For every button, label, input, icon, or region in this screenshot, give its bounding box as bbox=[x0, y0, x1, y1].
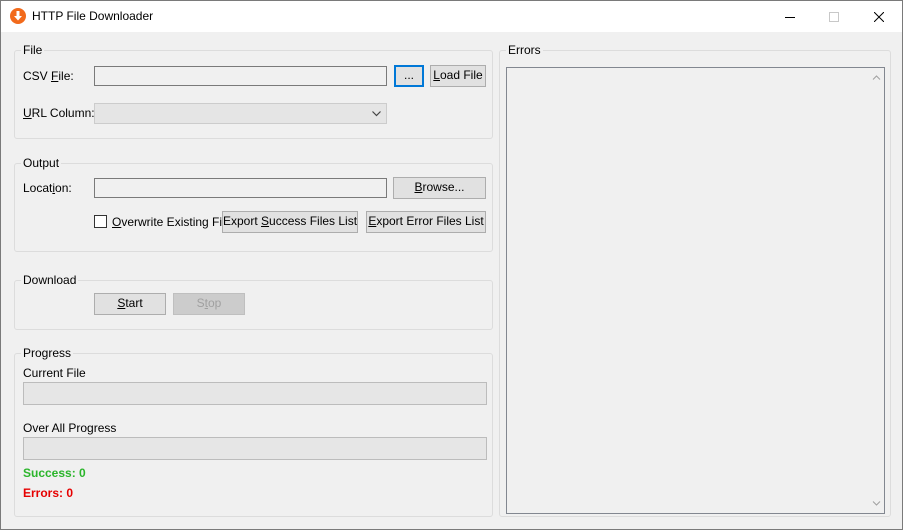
main-window: HTTP File Downloader File CSV File: ... … bbox=[0, 0, 903, 530]
browse-location-button[interactable]: Browse... bbox=[393, 177, 486, 199]
close-button[interactable] bbox=[856, 1, 902, 32]
close-icon bbox=[874, 11, 884, 22]
load-file-button[interactable]: Load File bbox=[430, 65, 486, 87]
minimize-icon bbox=[785, 16, 795, 18]
chevron-down-icon bbox=[372, 111, 381, 117]
output-group-title: Output bbox=[21, 156, 62, 170]
url-column-label: URL Column: bbox=[23, 106, 95, 120]
errors-count: Errors: 0 bbox=[23, 486, 74, 500]
csv-file-input[interactable] bbox=[94, 66, 387, 86]
scroll-down-icon[interactable] bbox=[872, 500, 881, 507]
maximize-icon bbox=[829, 11, 839, 22]
maximize-button[interactable] bbox=[811, 1, 857, 32]
errors-group-title: Errors bbox=[506, 43, 543, 57]
overall-progress-label: Over All Progress bbox=[23, 421, 117, 435]
export-success-button[interactable]: Export Success Files List bbox=[222, 211, 358, 233]
start-button[interactable]: Start bbox=[94, 293, 166, 315]
overall-progress-bar bbox=[23, 437, 487, 460]
success-count: Success: 0 bbox=[23, 466, 86, 480]
download-group-title: Download bbox=[21, 273, 79, 287]
download-arrow-icon bbox=[10, 8, 26, 24]
overwrite-checkbox[interactable] bbox=[94, 215, 107, 228]
errors-textarea[interactable] bbox=[506, 67, 885, 514]
title-bar[interactable]: HTTP File Downloader bbox=[1, 1, 902, 32]
location-label: Location: bbox=[23, 181, 72, 195]
export-error-button[interactable]: Export Error Files List bbox=[366, 211, 486, 233]
minimize-button[interactable] bbox=[767, 1, 813, 32]
browse-csv-button[interactable]: ... bbox=[394, 65, 424, 87]
window-title: HTTP File Downloader bbox=[32, 9, 154, 23]
download-group: Download bbox=[14, 273, 493, 330]
scroll-up-icon[interactable] bbox=[872, 74, 881, 81]
stop-button[interactable]: Stop bbox=[173, 293, 245, 315]
file-group: File bbox=[14, 43, 493, 139]
url-column-select[interactable] bbox=[94, 103, 387, 124]
progress-group-title: Progress bbox=[21, 346, 74, 360]
file-group-title: File bbox=[21, 43, 45, 57]
csv-file-label: CSV File: bbox=[23, 69, 74, 83]
current-file-label: Current File bbox=[23, 366, 86, 380]
location-input[interactable] bbox=[94, 178, 387, 198]
overwrite-label[interactable]: Overwrite Existing File bbox=[112, 215, 231, 229]
current-file-progress-bar bbox=[23, 382, 487, 405]
